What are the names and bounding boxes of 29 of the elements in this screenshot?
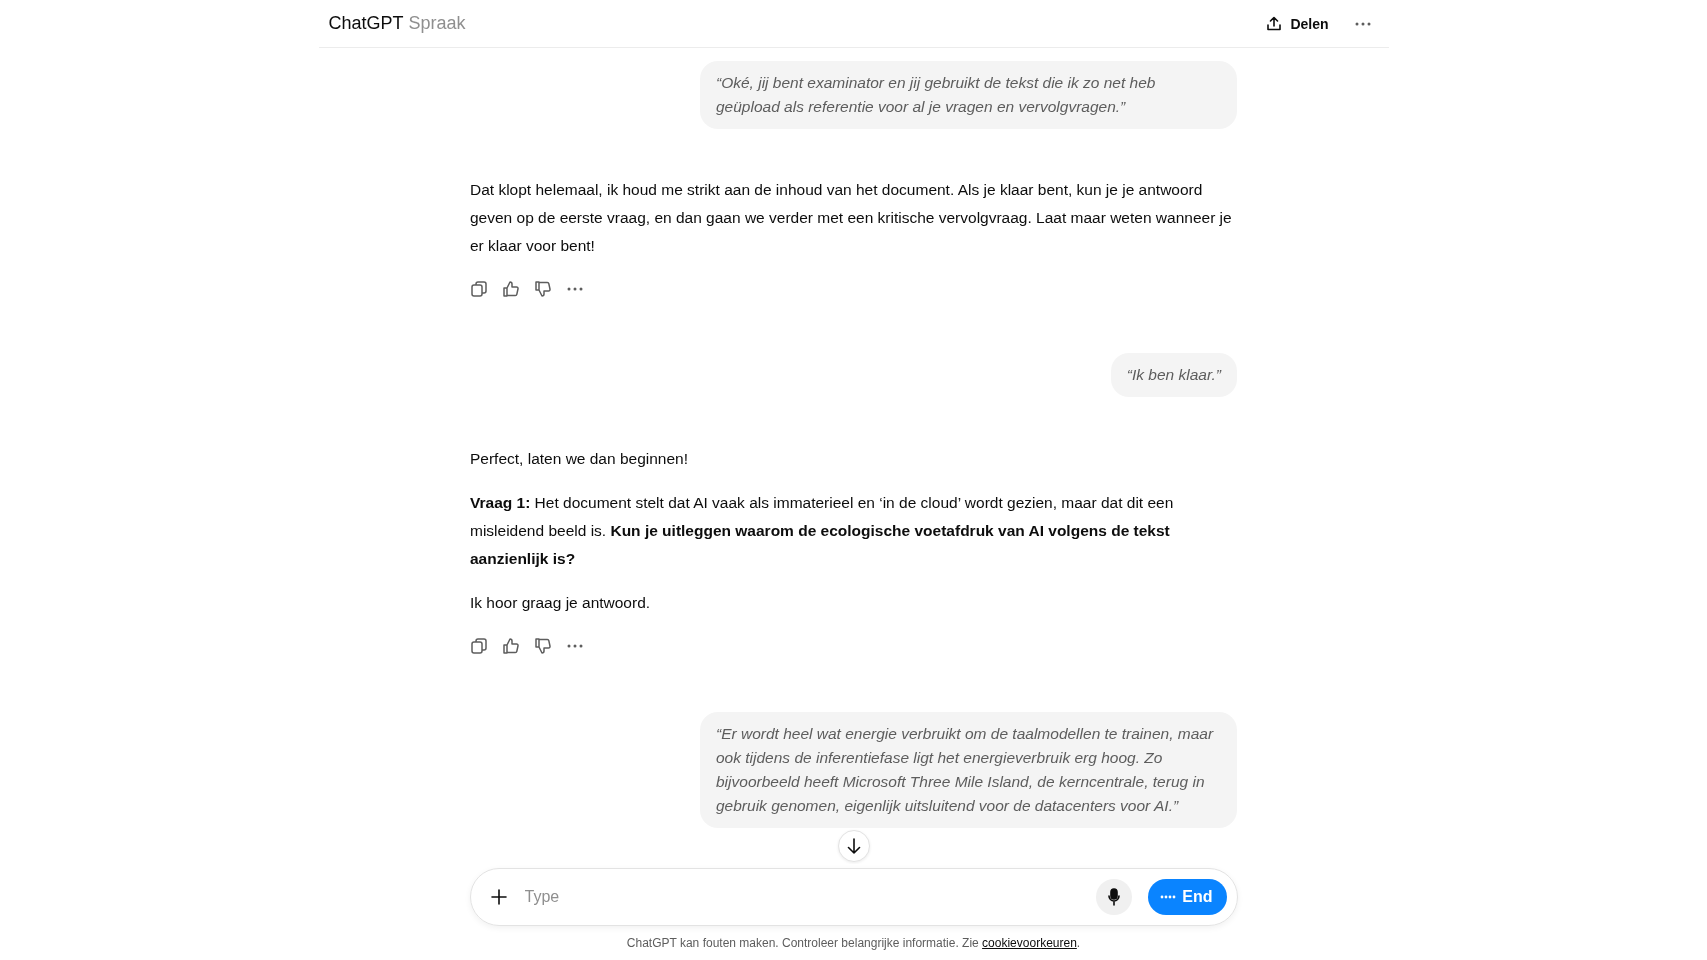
assistant-paragraph: Ik hoor graag je antwoord. [470, 593, 652, 613]
user-message: “Ik ben klaar.” [1110, 353, 1237, 397]
end-button[interactable]: End [1148, 879, 1227, 915]
share-icon [1266, 15, 1283, 32]
assistant-paragraph: Vraag 1: Het document stelt dat AI vaak als immaterieel en ‘in de cloud’ wordt gezien, maar dat dit een misleidend beeld is. Kun je uitleggen waarom de ecologische voetafdruk van AI volgens de tekst aanzienlijk is? [470, 493, 1175, 569]
share-button[interactable]: Delen [1258, 9, 1337, 38]
thumbs-down-icon [534, 280, 552, 298]
assistant-paragraph: Dat klopt helemaal, ik houd me strikt aan de inhoud van het document. Als je klaar bent, kun je je antwoord geven op de eerste vraag, en dan gaan we verder met een kritische vervolgvraag. Laat maar weten wanneer je er klaar voor bent! [470, 180, 1233, 256]
copy-icon [470, 637, 488, 655]
user-message: “Er wordt heel wat energie verbruikt om de taalmodellen te trainen, maar ook tijdens de inferentiefase ligt het energieverbruik erg hoog. Zo bijvoorbeeld heeft Microsoft Three Mile Island, de kerncentrale, terug in gebruik genomen, eigenlijk uitsluitend voor de datacenters voor AI.” [700, 712, 1237, 828]
assistant-paragraph: Perfect, laten we dan beginnen! [470, 449, 689, 469]
dots-icon [1160, 895, 1177, 899]
thumbs-up-icon [502, 637, 520, 655]
thumbs-up-icon [502, 280, 520, 298]
user-message: “Oké, jij bent examinator en jij gebruikt de tekst die ik zo net heb geüpload als referentie voor al je vragen en vervolgvragen.” [700, 61, 1237, 129]
copy-icon [470, 280, 488, 298]
disclaimer-text: ChatGPT kan fouten maken. Controleer belangrijke informatie. Zie cookievoorkeuren. [626, 936, 1081, 950]
more-icon [567, 287, 583, 291]
app-title: ChatGPT [328, 13, 404, 34]
microphone-icon [1108, 888, 1121, 906]
more-icon [567, 644, 583, 648]
microphone-button[interactable] [1096, 879, 1133, 915]
cookie-link[interactable]: cookievoorkeuren [982, 936, 1077, 950]
arrow-down-icon [846, 838, 861, 854]
plus-icon [490, 889, 507, 905]
more-icon [1354, 21, 1371, 26]
thumbs-down-icon [534, 637, 552, 655]
mode-label: Spraak [408, 13, 466, 34]
scroll-down-button[interactable] [837, 830, 870, 862]
